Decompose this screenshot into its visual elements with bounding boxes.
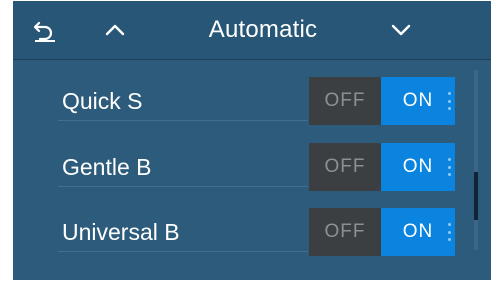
row-divider bbox=[58, 120, 308, 121]
grip-icon bbox=[448, 158, 451, 176]
toggle-on-label: ON bbox=[402, 221, 434, 242]
grip-icon bbox=[448, 92, 451, 110]
back-arrow-icon bbox=[34, 21, 55, 42]
header-bar: Automatic bbox=[13, 1, 491, 60]
toggle-on-label: ON bbox=[402, 90, 434, 111]
program-list: Quick S OFF ON Gentle B OFF ON Universal… bbox=[13, 60, 491, 280]
scrollbar[interactable] bbox=[474, 70, 478, 250]
grip-icon bbox=[448, 223, 451, 241]
toggle-off-option[interactable]: OFF bbox=[309, 143, 381, 191]
program-row-quick-s: Quick S OFF ON bbox=[58, 60, 455, 125]
toggle-on-option[interactable]: ON bbox=[381, 208, 455, 256]
scrollbar-thumb[interactable] bbox=[474, 172, 478, 220]
back-button[interactable] bbox=[27, 1, 63, 59]
toggle-on-option[interactable]: ON bbox=[381, 143, 455, 191]
toggle-switch-gentle-b[interactable]: OFF ON bbox=[309, 143, 455, 191]
toggle-off-option[interactable]: OFF bbox=[309, 77, 381, 125]
scroll-down-button[interactable] bbox=[383, 1, 419, 59]
program-row-gentle-b: Gentle B OFF ON bbox=[58, 126, 455, 191]
program-row-universal-b: Universal B OFF ON bbox=[58, 191, 455, 256]
program-label: Quick S bbox=[62, 87, 143, 114]
toggle-on-label: ON bbox=[402, 156, 434, 177]
toggle-switch-universal-b[interactable]: OFF ON bbox=[309, 208, 455, 256]
program-label: Universal B bbox=[62, 218, 180, 245]
row-divider bbox=[58, 186, 308, 187]
toggle-on-option[interactable]: ON bbox=[381, 77, 455, 125]
chevron-down-icon bbox=[391, 24, 411, 36]
program-label: Gentle B bbox=[62, 153, 152, 180]
row-divider bbox=[58, 251, 308, 252]
chevron-up-icon bbox=[105, 24, 125, 36]
program-settings-screen: Automatic Quick S OFF ON Gentle B OFF ON… bbox=[13, 1, 491, 280]
scroll-up-button[interactable] bbox=[97, 1, 133, 59]
page-title: Automatic bbox=[208, 16, 318, 43]
toggle-switch-quick-s[interactable]: OFF ON bbox=[309, 77, 455, 125]
toggle-off-option[interactable]: OFF bbox=[309, 208, 381, 256]
